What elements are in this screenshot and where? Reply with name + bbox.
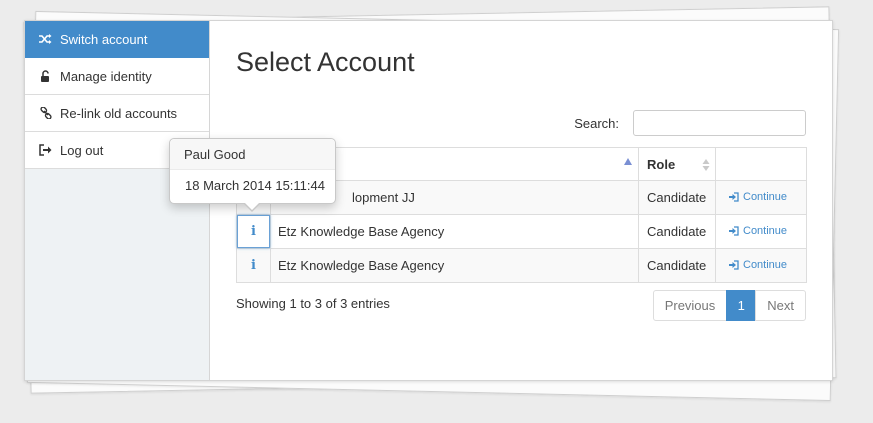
sign-in-icon bbox=[729, 226, 739, 236]
account-role: Candidate bbox=[638, 214, 716, 249]
continue-link[interactable]: Continue bbox=[729, 191, 787, 203]
sidebar-item-label: Manage identity bbox=[60, 68, 152, 84]
account-info-popover: Paul Good 18 March 2014 15:11:44 bbox=[169, 138, 336, 212]
search-bar: Search: bbox=[574, 110, 806, 136]
continue-link[interactable]: Continue bbox=[729, 259, 787, 271]
sign-in-icon bbox=[729, 260, 739, 270]
account-role: Candidate bbox=[638, 180, 716, 215]
previous-page-button[interactable]: Previous bbox=[652, 290, 728, 321]
table-info: Showing 1 to 3 of 3 entries bbox=[236, 296, 390, 311]
column-header-role[interactable]: Role bbox=[638, 147, 716, 181]
search-input[interactable] bbox=[633, 110, 806, 136]
search-label: Search: bbox=[574, 115, 619, 131]
popover-arrow bbox=[243, 202, 261, 212]
sign-out-icon bbox=[39, 144, 52, 157]
sidebar-item-relink-accounts[interactable]: Re-link old accounts bbox=[25, 95, 209, 132]
pagination: Previous 1 Next bbox=[652, 290, 806, 321]
page-title: Select Account bbox=[236, 47, 415, 77]
table-row: i Etz Knowledge Base Agency Candidate Co… bbox=[236, 214, 807, 249]
sidebar-item-label: Log out bbox=[60, 142, 104, 158]
account-panel: Switch account Manage identity Re-link o… bbox=[24, 20, 833, 381]
page-1-button[interactable]: 1 bbox=[726, 290, 757, 321]
account-name: Etz Knowledge Base Agency bbox=[270, 214, 639, 249]
sidebar-item-switch-account[interactable]: Switch account bbox=[25, 21, 209, 58]
sort-ascending-icon bbox=[624, 158, 632, 165]
shuffle-icon bbox=[39, 33, 52, 46]
sort-both-icon bbox=[702, 159, 710, 171]
popover-body: 18 March 2014 15:11:44 bbox=[185, 178, 325, 193]
unlock-icon bbox=[39, 70, 52, 83]
next-page-button[interactable]: Next bbox=[755, 290, 806, 321]
account-role: Candidate bbox=[638, 248, 716, 283]
info-button[interactable]: i bbox=[237, 215, 270, 248]
sidebar-item-label: Re-link old accounts bbox=[60, 105, 178, 121]
popover-title: Paul Good bbox=[170, 139, 335, 170]
account-name: Etz Knowledge Base Agency bbox=[270, 248, 639, 283]
column-header-action bbox=[715, 147, 807, 181]
info-button[interactable]: i bbox=[237, 249, 270, 282]
table-row: i Etz Knowledge Base Agency Candidate Co… bbox=[236, 248, 807, 283]
sign-in-icon bbox=[729, 192, 739, 202]
sidebar-item-manage-identity[interactable]: Manage identity bbox=[25, 58, 209, 95]
continue-link[interactable]: Continue bbox=[729, 225, 787, 237]
link-icon bbox=[39, 107, 52, 120]
sidebar-item-label: Switch account bbox=[60, 31, 148, 47]
